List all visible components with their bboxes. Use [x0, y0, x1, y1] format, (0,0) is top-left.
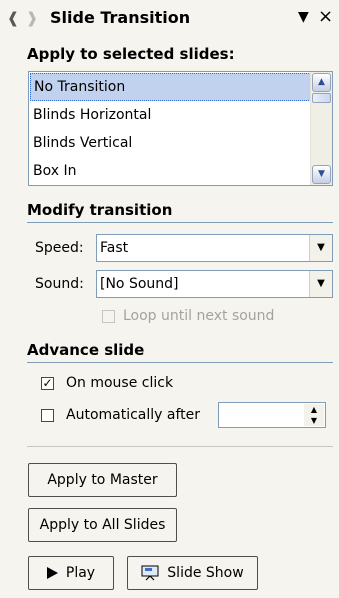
pane-title: Slide Transition [50, 8, 191, 27]
forward-arrow-icon[interactable]: ❱ [24, 8, 40, 28]
apply-to-all-slides-button[interactable]: Apply to All Slides [28, 508, 177, 542]
back-arrow-icon[interactable]: ❰ [5, 8, 21, 28]
time-spinner[interactable]: ▲ ▼ [304, 404, 324, 426]
list-item-no-transition[interactable]: No Transition [30, 73, 311, 101]
checkmark-icon: ✓ [42, 376, 53, 390]
speed-dropdown[interactable]: Fast ▼ [96, 234, 333, 262]
scroll-thumb[interactable] [312, 93, 331, 103]
sound-label: Sound: [35, 276, 84, 292]
spin-down-icon[interactable]: ▼ [304, 415, 324, 426]
advance-section-divider [27, 362, 333, 363]
slide-show-icon [141, 565, 159, 581]
automatically-after-checkbox[interactable] [41, 409, 54, 422]
on-mouse-click-checkbox[interactable]: ✓ [41, 377, 54, 390]
sound-value: [No Sound] [100, 276, 179, 292]
slide-show-label: Slide Show [167, 565, 244, 581]
automatically-after-time-field[interactable]: ▲ ▼ [218, 402, 326, 428]
modify-section-divider [27, 222, 333, 223]
list-scrollbar[interactable]: ▲ ▼ [310, 72, 332, 185]
apply-section-heading: Apply to selected slides: [27, 45, 235, 63]
sound-dropdown[interactable]: [No Sound] ▼ [96, 270, 333, 298]
on-mouse-click-label: On mouse click [66, 375, 174, 391]
play-button[interactable]: Play [28, 556, 114, 590]
loop-label: Loop until next sound [123, 308, 275, 324]
scroll-up-icon[interactable]: ▲ [312, 73, 331, 92]
list-item-blinds-vertical[interactable]: Blinds Vertical [30, 129, 311, 157]
play-label: Play [65, 565, 96, 581]
list-item-blinds-horizontal[interactable]: Blinds Horizontal [30, 101, 311, 129]
loop-checkbox[interactable] [102, 310, 115, 323]
modify-section-heading: Modify transition [27, 201, 173, 219]
chevron-down-icon[interactable]: ▼ [309, 271, 332, 297]
speed-value: Fast [100, 240, 129, 256]
scroll-down-icon[interactable]: ▼ [312, 165, 331, 184]
automatically-after-label: Automatically after [66, 407, 201, 423]
pane-title-bar: ❰ ❱ Slide Transition ▼ × [0, 0, 339, 36]
chevron-down-icon[interactable]: ▼ [309, 235, 332, 261]
list-item-box-in[interactable]: Box In [30, 157, 311, 185]
buttons-divider [27, 446, 333, 447]
slide-transition-pane: ❰ ❱ Slide Transition ▼ × Apply to select… [0, 0, 339, 598]
speed-label: Speed: [35, 240, 84, 256]
play-icon [46, 567, 58, 579]
apply-to-master-button[interactable]: Apply to Master [28, 463, 177, 497]
transition-list[interactable]: No Transition Blinds Horizontal Blinds V… [28, 71, 333, 186]
spin-up-icon[interactable]: ▲ [304, 404, 324, 415]
dropdown-arrow-icon[interactable]: ▼ [298, 9, 309, 25]
close-icon[interactable]: × [318, 6, 333, 27]
slide-show-button[interactable]: Slide Show [127, 556, 258, 590]
advance-section-heading: Advance slide [27, 341, 145, 359]
